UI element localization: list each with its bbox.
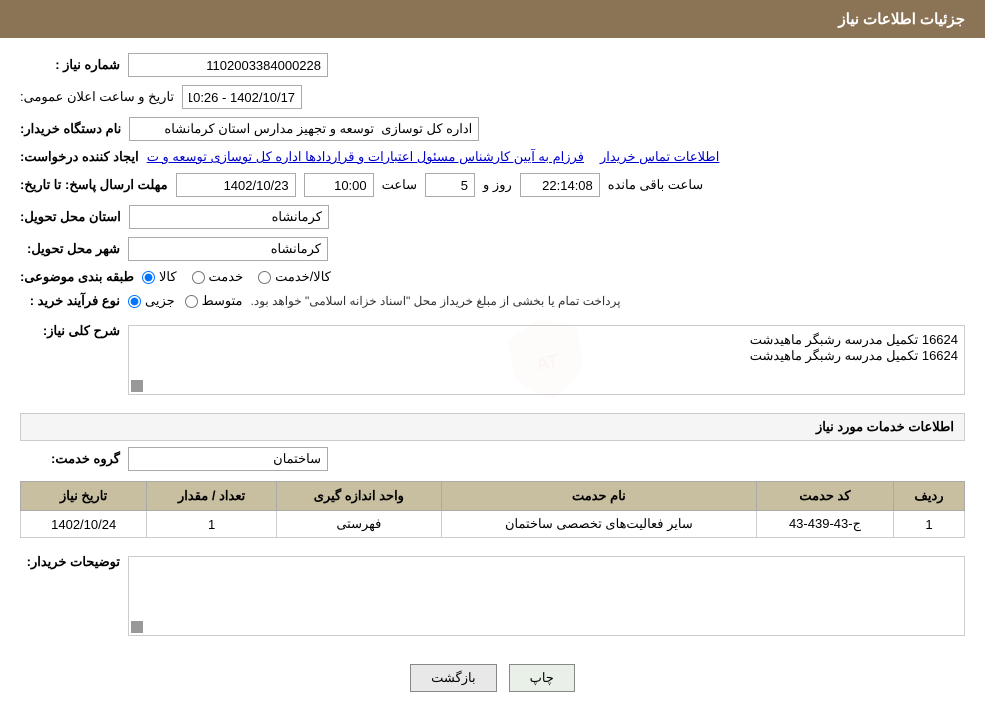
deadline-time-label: ساعت [382,177,417,193]
purchase-jozei-item: جزیی [128,293,175,309]
need-desc-text: 16624 تکمیل مدرسه رشبگر ماهیدشت [135,332,958,348]
bottom-buttons: چاپ بازگشت [20,664,965,692]
table-header-row: ردیف کد حدمت نام حدمت واحد اندازه گیری ت… [21,482,965,511]
category-kala-khedmat-item: کالا/خدمت [258,269,331,285]
service-group-input[interactable] [128,447,328,471]
services-table: ردیف کد حدمت نام حدمت واحد اندازه گیری ت… [20,481,965,538]
need-desc-label: شرح کلی نیاز: [20,317,120,339]
need-number-label: شماره نیاز : [20,57,120,73]
page-wrapper: جزئیات اطلاعات نیاز شماره نیاز : تاریخ و… [0,0,985,727]
need-number-row: شماره نیاز : [20,53,965,77]
need-desc-container: AT 16624 تکمیل مدرسه رشبگر ماهیدشت 16624… [128,317,965,403]
creator-label: ایجاد کننده درخواست: [20,149,139,165]
deadline-time-input[interactable] [304,173,374,197]
category-khedmat-item: خدمت [192,269,244,285]
purchase-motavaset-item: متوسط [185,293,243,309]
col-count: تعداد / مقدار [147,482,277,511]
table-header: ردیف کد حدمت نام حدمت واحد اندازه گیری ت… [21,482,965,511]
table-row: 1 ج-43-439-43 سایر فعالیت‌های تخصصی ساخت… [21,511,965,538]
buyer-desc-label: توضیحات خریدار: [20,548,120,570]
purchase-motavaset-label: متوسط [202,293,243,309]
need-number-input[interactable] [128,53,328,77]
purchase-jozei-label: جزیی [145,293,175,309]
table-body: 1 ج-43-439-43 سایر فعالیت‌های تخصصی ساخت… [21,511,965,538]
city-input[interactable] [128,237,328,261]
deadline-label: مهلت ارسال پاسخ: تا تاریخ: [20,177,168,193]
cell-name: سایر فعالیت‌های تخصصی ساختمان [441,511,756,538]
services-info-title: اطلاعات خدمات مورد نیاز [20,413,965,441]
category-kala-radio[interactable] [142,271,155,284]
deadline-remaining-label: ساعت باقی مانده [608,177,703,193]
deadline-date-input[interactable] [176,173,296,197]
col-radif: ردیف [893,482,964,511]
content-area: شماره نیاز : تاریخ و ساعت اعلان عمومی: ن… [0,38,985,707]
deadline-day-label: روز و [483,177,512,193]
col-name: نام حدمت [441,482,756,511]
need-desc-section: AT 16624 تکمیل مدرسه رشبگر ماهیدشت 16624… [20,317,965,403]
purchase-motavaset-radio[interactable] [185,295,198,308]
col-code: کد حدمت [756,482,893,511]
creator-link[interactable]: فرزام به آیین کارشناس مسئول اعتبارات و ق… [147,149,584,165]
need-desc-area: AT 16624 تکمیل مدرسه رشبگر ماهیدشت 16624… [128,325,965,395]
page-title: جزئیات اطلاعات نیاز [0,0,985,38]
buyer-desc-area [128,556,965,636]
city-label: شهر محل تحویل: [20,241,120,257]
col-unit: واحد اندازه گیری [276,482,441,511]
announce-datetime-row: تاریخ و ساعت اعلان عمومی: [20,85,965,109]
need-desc-text2: 16624 تکمیل مدرسه رشبگر ماهیدشت [135,348,958,364]
category-kala-khedmat-label: کالا/خدمت [275,269,331,285]
buyer-desc-section: توضیحات خریدار: [20,548,965,644]
cell-count: 1 [147,511,277,538]
category-kala-label: کالا [159,269,177,285]
category-row: کالا/خدمت خدمت کالا طبقه بندی موضوعی: [20,269,965,285]
header-title: جزئیات اطلاعات نیاز [839,11,966,28]
deadline-days-input[interactable] [425,173,475,197]
buyer-desc-resize-handle[interactable] [131,621,143,633]
category-label: طبقه بندی موضوعی: [20,269,134,285]
category-khedmat-label: خدمت [209,269,244,285]
buyer-org-input[interactable] [129,117,479,141]
cell-date: 1402/10/24 [21,511,147,538]
purchase-type-radio-group: متوسط جزیی [128,293,243,309]
category-radio-group: کالا/خدمت خدمت کالا [142,269,331,285]
buyer-org-row: نام دستگاه خریدار: [20,117,965,141]
back-button[interactable]: بازگشت [410,664,496,692]
service-group-row: گروه خدمت: [20,447,965,471]
announce-datetime-input[interactable] [182,85,302,109]
purchase-jozei-radio[interactable] [128,295,141,308]
category-kala-khedmat-radio[interactable] [258,271,271,284]
cell-unit: فهرستی [276,511,441,538]
buyer-desc-container [128,548,965,644]
cell-code: ج-43-439-43 [756,511,893,538]
city-row: شهر محل تحویل: [20,237,965,261]
creator-row: اطلاعات تماس خریدار فرزام به آیین کارشنا… [20,149,965,165]
province-label: استان محل تحویل: [20,209,121,225]
creator-contact-link[interactable]: اطلاعات تماس خریدار [600,149,719,165]
cell-radif: 1 [893,511,964,538]
category-khedmat-radio[interactable] [192,271,205,284]
service-group-label: گروه خدمت: [20,451,120,467]
purchase-type-label: نوع فرآیند خرید : [20,293,120,309]
resize-handle[interactable] [131,380,143,392]
deadline-row: ساعت باقی مانده روز و ساعت مهلت ارسال پا… [20,173,965,197]
col-date: تاریخ نیاز [21,482,147,511]
deadline-remaining-input[interactable] [520,173,600,197]
buyer-org-label: نام دستگاه خریدار: [20,121,121,137]
purchase-note: پرداخت تمام یا بخشی از مبلغ خریداز محل "… [251,294,621,308]
province-row: استان محل تحویل: [20,205,965,229]
announce-datetime-label: تاریخ و ساعت اعلان عمومی: [20,89,174,105]
province-input[interactable] [129,205,329,229]
category-kala-item: کالا [142,269,177,285]
purchase-type-row: پرداخت تمام یا بخشی از مبلغ خریداز محل "… [20,293,965,309]
print-button[interactable]: چاپ [509,664,575,692]
